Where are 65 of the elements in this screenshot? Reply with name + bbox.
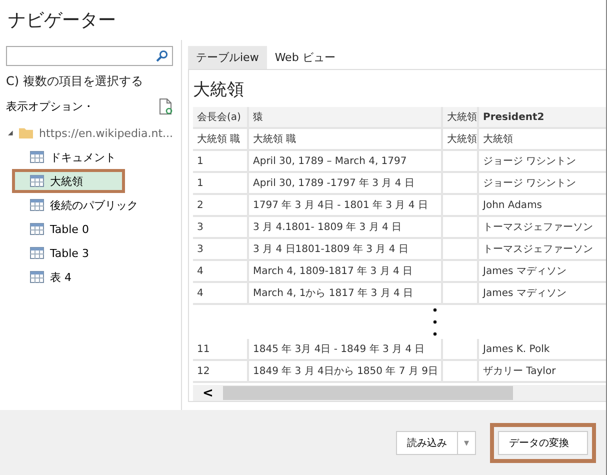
tree-item[interactable]: Table 3 <box>6 241 173 265</box>
table-cell-text: 3 月 4.1801- 1809 年 3 月 4 日 <box>253 221 402 234</box>
table-cell-text: April 30, 1789 -1797 年 3 月 4 日 <box>253 177 414 190</box>
tree-item[interactable]: https://en.wikipedia.nt... <box>6 121 173 145</box>
table-cell-text: ザカリー Taylor <box>483 365 556 378</box>
search-field[interactable] <box>6 46 173 66</box>
table-cell: 4 <box>197 266 204 276</box>
column-header: 大統領 職 <box>193 129 249 149</box>
table-cell-text: March 4, 1809-1817 年 3 月 4 日 <box>253 265 413 278</box>
table-cell-text: March 4, 1から 1817 年 3 月 4 日 <box>253 287 413 300</box>
table-cell-text: ジョージ ワシントン <box>483 155 576 168</box>
tree-item[interactable]: ドキュメント <box>6 145 173 169</box>
tree-item[interactable]: 大統領 <box>12 169 125 193</box>
table-cell-text: トーマスジェファーソン <box>483 243 593 256</box>
column-header: 会長会(a) <box>193 107 249 127</box>
display-options-menu[interactable]: 表示オプション・ <box>6 99 94 114</box>
table-cell: 3 <box>197 222 204 232</box>
view-tab[interactable]: Web ビュー <box>266 46 344 69</box>
scrollbar-thumb[interactable] <box>223 386 513 400</box>
window-title: ナビゲーター <box>7 9 117 33</box>
table-cell: 2 <box>197 200 204 210</box>
table-cell: April 30, 1789 – March 4, 1797 <box>253 156 407 166</box>
tree-item[interactable]: Table 0 <box>6 217 173 241</box>
table-cell-text: James マディソン <box>483 287 566 300</box>
scroll-left-button[interactable]: < <box>193 386 223 400</box>
table-cell: 4 <box>197 288 204 298</box>
tree-item[interactable]: 表 4 <box>6 265 173 289</box>
table-cell-text: 1849 年 3 月 4日から 1850 年 7 月 9日 <box>253 365 438 378</box>
table-cell: 12 <box>197 366 210 376</box>
load-button[interactable]: 読み込み <box>396 430 458 454</box>
expand-triangle-icon[interactable] <box>8 130 13 136</box>
multi-select-label[interactable]: C) 複数の項目を選択する <box>6 73 173 90</box>
table-cell: John Adams <box>483 200 542 210</box>
column-header: 猿 <box>249 107 443 127</box>
table-cell: 3 <box>197 244 204 254</box>
refresh-document-icon[interactable] <box>159 98 173 115</box>
column-header: President2 <box>482 110 546 124</box>
table-cell: 1 <box>197 156 204 166</box>
table-cell-text: 3 月 4 日1801-1809 年 3 月 4 日 <box>253 243 408 256</box>
column-header: 大統領 <box>443 107 479 127</box>
table-cell-text: トーマスジェファーソン <box>483 221 593 234</box>
tree-item[interactable]: 後続のパブリック <box>6 193 173 217</box>
folder-icon <box>18 126 34 140</box>
view-tab[interactable]: テーブルiew <box>188 46 267 69</box>
transform-data-button[interactable]: データの変換 <box>498 430 588 454</box>
table-cell: 1 <box>197 178 204 188</box>
table-icon <box>30 247 44 259</box>
column-header: 大統領 <box>482 132 514 147</box>
table-cell-text: James マディソン <box>483 265 566 278</box>
table-icon <box>30 199 44 211</box>
column-header: 大統領 <box>443 129 479 149</box>
table-cell: 11 <box>197 344 210 354</box>
search-icon <box>156 50 168 62</box>
table-cell-text: ジョージ ワシントン <box>483 177 576 190</box>
table-icon <box>30 271 44 283</box>
table-heading: 大統領 <box>193 79 245 102</box>
column-header: 大統領 職 <box>249 129 443 149</box>
table-icon <box>30 175 44 187</box>
vertical-ellipsis-icon <box>432 307 436 337</box>
table-cell-text: 1845 年 3月 4日 - 1849 年 3 月 4 日 <box>253 343 425 356</box>
load-dropdown-button[interactable]: ▾ <box>458 430 476 454</box>
table-cell-text: 1797 年 3 月 4日 - 1801 年 3 月 4 日 <box>253 199 428 212</box>
table-icon <box>30 223 44 235</box>
table-cell: James K. Polk <box>483 344 550 354</box>
table-icon <box>30 151 44 163</box>
